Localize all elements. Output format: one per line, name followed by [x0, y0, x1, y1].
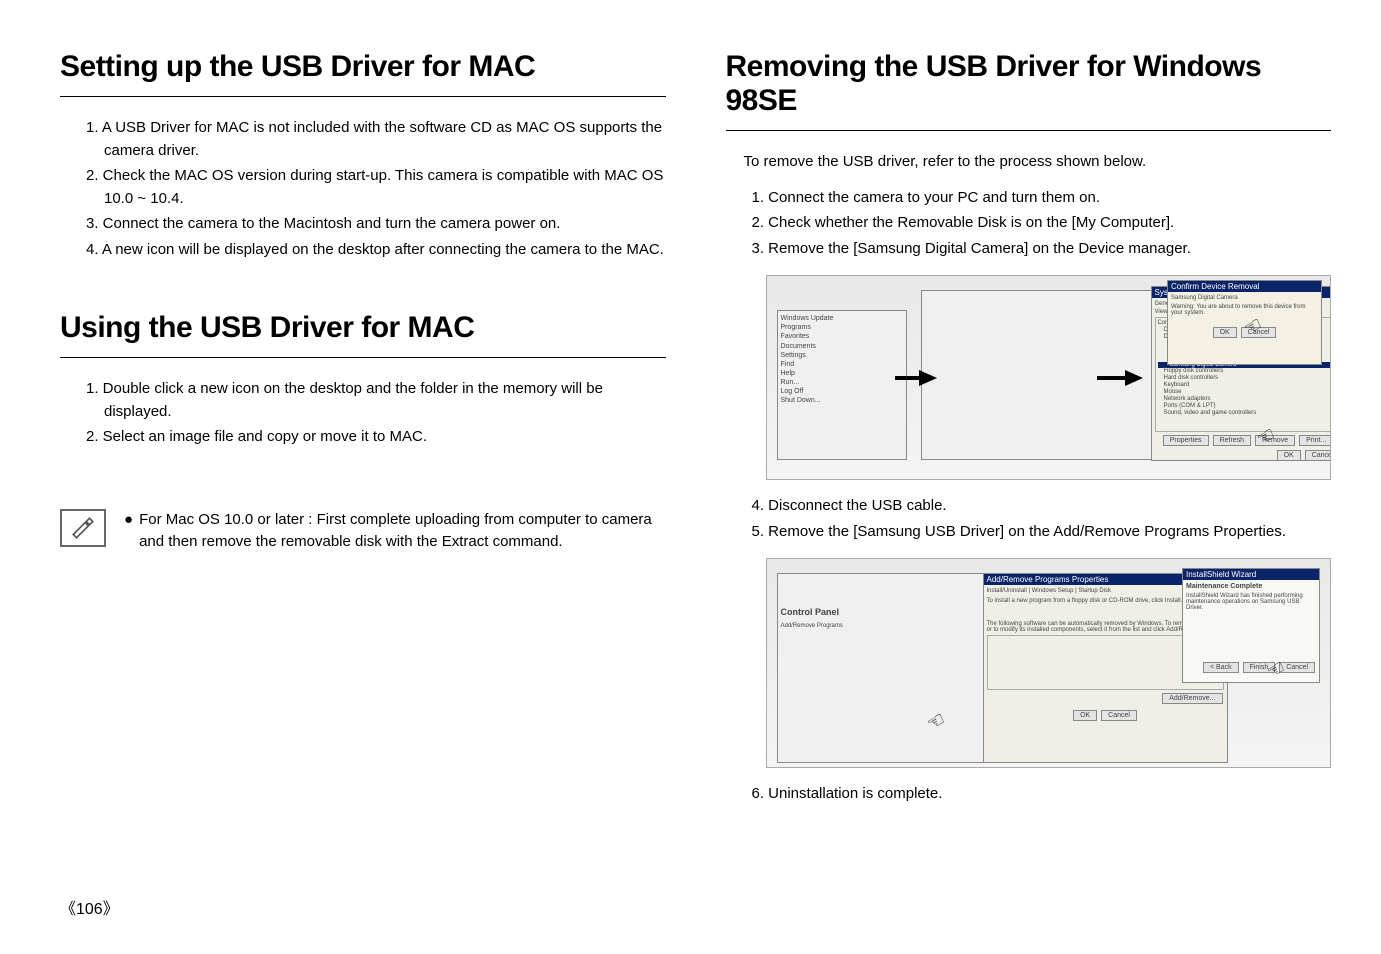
arrow-line-icon [1097, 376, 1127, 380]
remove-step-6: 6. Uninstallation is complete. [752, 783, 1332, 806]
remove-step-4: 4. Disconnect the USB cable. [752, 495, 1332, 518]
dialog-title: InstallShield Wizard [1183, 569, 1319, 580]
heading-setting-up: Setting up the USB Driver for MAC [60, 50, 666, 84]
screenshot-add-remove: Control Panel Add/Remove Programs Add/Re… [766, 558, 1332, 768]
installshield-dialog: InstallShield Wizard Maintenance Complet… [1182, 568, 1320, 683]
remove-step-3: 3. Remove the [Samsung Digital Camera] o… [752, 238, 1332, 261]
intro-text: To remove the USB driver, refer to the p… [744, 151, 1332, 173]
heading-using: Using the USB Driver for MAC [60, 311, 666, 345]
divider [726, 130, 1332, 131]
note-text: For Mac OS 10.0 or later : First complet… [139, 509, 665, 554]
note-icon [60, 509, 106, 547]
setup-step-4: 4. A new icon will be displayed on the d… [86, 239, 666, 262]
page-number: 《106》 [60, 895, 119, 919]
note-block: ● For Mac OS 10.0 or later : First compl… [60, 509, 666, 554]
ok-button[interactable]: OK [1277, 450, 1301, 461]
ok-button[interactable]: OK [1073, 710, 1097, 721]
bullet-dot: ● [124, 509, 133, 554]
refresh-button[interactable]: Refresh [1213, 435, 1252, 446]
using-step-2: 2. Select an image file and copy or move… [86, 426, 666, 449]
using-step-1: 1. Double click a new icon on the deskto… [86, 378, 666, 423]
right-column: Removing the USB Driver for Windows 98SE… [726, 50, 1332, 809]
print-button[interactable]: Print... [1299, 435, 1331, 446]
back-button[interactable]: < Back [1203, 662, 1239, 673]
control-panel-window: Control Panel Add/Remove Programs [777, 573, 1012, 763]
using-list: 1. Double click a new icon on the deskto… [86, 378, 666, 449]
properties-button[interactable]: Properties [1163, 435, 1209, 446]
cancel-button[interactable]: Cancel [1101, 710, 1137, 721]
remove-step-2: 2. Check whether the Removable Disk is o… [752, 212, 1332, 235]
divider [60, 96, 666, 97]
setup-step-2: 2. Check the MAC OS version during start… [86, 165, 666, 210]
left-column: Setting up the USB Driver for MAC 1. A U… [60, 50, 666, 809]
setup-step-1: 1. A USB Driver for MAC is not included … [86, 117, 666, 162]
divider [60, 357, 666, 358]
cancel-button[interactable]: Cancel [1305, 450, 1331, 461]
setup-list: 1. A USB Driver for MAC is not included … [86, 117, 666, 261]
remove-list-a: 1. Connect the camera to your PC and tur… [752, 187, 1332, 261]
remove-list-b: 4. Disconnect the USB cable. 5. Remove t… [752, 495, 1332, 543]
arrow-right-icon [1125, 370, 1143, 386]
remove-step-1: 1. Connect the camera to your PC and tur… [752, 187, 1332, 210]
heading-removing: Removing the USB Driver for Windows 98SE [726, 50, 1332, 118]
remove-step-5: 5. Remove the [Samsung USB Driver] on th… [752, 521, 1332, 544]
arrow-right-icon [919, 370, 937, 386]
dialog-buttons: Properties Refresh Remove Print... [1155, 434, 1332, 447]
add-remove-button[interactable]: Add/Remove... [1162, 693, 1222, 704]
start-menu-panel: Windows UpdateProgramsFavoritesDocuments… [777, 310, 907, 460]
screenshot-device-manager: Windows UpdateProgramsFavoritesDocuments… [766, 275, 1332, 480]
setup-step-3: 3. Connect the camera to the Macintosh a… [86, 213, 666, 236]
ok-button[interactable]: OK [1213, 327, 1237, 338]
note-bullet: ● For Mac OS 10.0 or later : First compl… [124, 509, 666, 554]
dialog-title: Confirm Device Removal [1168, 281, 1321, 292]
remove-list-c: 6. Uninstallation is complete. [752, 783, 1332, 806]
